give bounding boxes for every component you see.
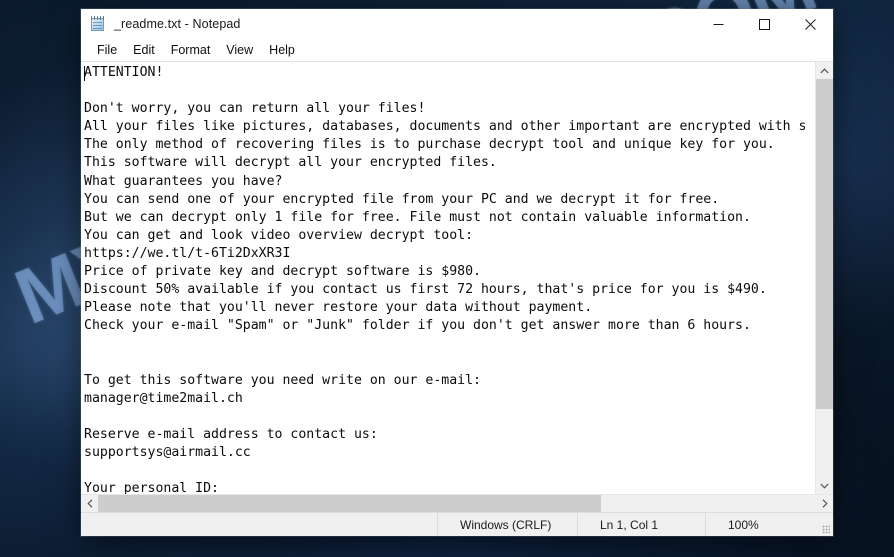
vertical-scroll-thumb[interactable] [816, 79, 833, 410]
title-bar[interactable]: _readme.txt - Notepad [81, 9, 833, 39]
minimize-button[interactable] [695, 9, 741, 39]
chevron-up-icon [820, 67, 829, 73]
scroll-up-button[interactable] [816, 62, 833, 79]
text-editor-area[interactable]: ATTENTION! Don't worry, you can return a… [81, 62, 815, 494]
scroll-right-button[interactable] [816, 495, 833, 512]
notepad-icon [90, 16, 106, 32]
status-encoding: Windows (CRLF) [437, 513, 577, 536]
close-icon [804, 18, 816, 30]
notepad-window: _readme.txt - Notepad File Edit Format V… [81, 9, 833, 536]
menu-item-help[interactable]: Help [261, 41, 303, 59]
status-zoom-level: 100% [705, 513, 815, 536]
close-button[interactable] [787, 9, 833, 39]
vertical-scrollbar[interactable] [815, 62, 833, 494]
menu-item-edit[interactable]: Edit [125, 41, 163, 59]
text-caret [84, 66, 85, 81]
status-cursor-position: Ln 1, Col 1 [577, 513, 705, 536]
chevron-left-icon [86, 499, 92, 508]
vertical-scroll-track[interactable] [816, 79, 833, 477]
scroll-down-button[interactable] [816, 477, 833, 494]
menu-bar: File Edit Format View Help [81, 39, 833, 61]
horizontal-scroll-track[interactable] [98, 495, 816, 512]
scroll-left-button[interactable] [81, 495, 98, 512]
menu-item-view[interactable]: View [218, 41, 261, 59]
menu-item-file[interactable]: File [89, 41, 125, 59]
status-bar: Windows (CRLF) Ln 1, Col 1 100% [81, 512, 833, 536]
horizontal-scrollbar[interactable] [81, 494, 833, 512]
maximize-icon [758, 18, 770, 30]
horizontal-scroll-thumb[interactable] [98, 495, 601, 512]
window-title: _readme.txt - Notepad [114, 17, 241, 31]
editor-region: ATTENTION! Don't worry, you can return a… [81, 61, 833, 512]
editor-row: ATTENTION! Don't worry, you can return a… [81, 62, 833, 494]
minimize-icon [713, 23, 723, 25]
chevron-down-icon [820, 483, 829, 489]
chevron-right-icon [822, 499, 828, 508]
caption-buttons [695, 9, 833, 39]
ransom-note-text: ATTENTION! Don't worry, you can return a… [84, 65, 807, 494]
resize-grip[interactable] [815, 513, 833, 536]
menu-item-format[interactable]: Format [163, 41, 219, 59]
maximize-button[interactable] [741, 9, 787, 39]
